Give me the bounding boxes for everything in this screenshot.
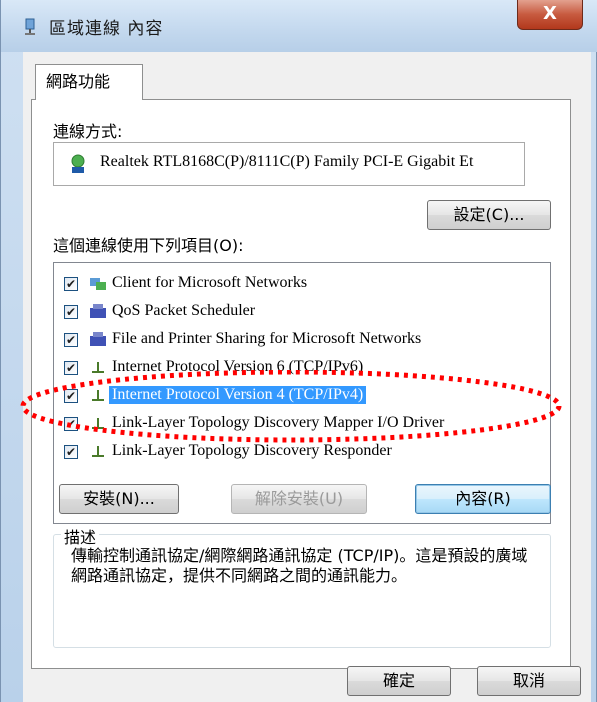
window-title: 區域連線 內容 [49, 19, 164, 39]
list-item[interactable]: ✔ Client for Microsoft Networks [54, 271, 550, 299]
network-adapter-icon [71, 154, 85, 173]
uninstall-button[interactable]: 解除安裝(U) [231, 484, 367, 514]
properties-button[interactable]: 內容(R) [415, 484, 551, 514]
list-item-label: File and Printer Sharing for Microsoft N… [112, 330, 422, 347]
connect-using-label: 連線方式: [53, 122, 123, 141]
protocol-icon [92, 362, 104, 373]
network-client-icon [90, 278, 106, 290]
list-item[interactable]: ✔ Internet Protocol Version 4 (TCP/IPv4) [54, 383, 550, 411]
checkbox[interactable]: ✔ [64, 361, 78, 375]
checkbox[interactable]: ✔ [64, 417, 78, 431]
list-item-label: Internet Protocol Version 4 (TCP/IPv4) [109, 386, 367, 404]
protocol-icon [92, 390, 104, 401]
description-text: 傳輸控制通訊協定/網際網路通訊協定 (TCP/IP)。這是預設的廣域網路通訊協定… [71, 546, 528, 585]
list-item[interactable]: ✔ QoS Packet Scheduler [54, 299, 550, 327]
checkbox[interactable]: ✔ [64, 277, 78, 291]
list-item-label: Client for Microsoft Networks [112, 274, 308, 291]
protocol-icon [92, 446, 104, 457]
description-legend: 描述 [61, 524, 100, 548]
properties-window: 區域連線 內容 X 網路功能 連線方式: Realtek RTL8168C(P)… [0, 0, 597, 702]
network-connection-icon [25, 18, 35, 35]
items-label: 這個連線使用下列項目(O): [53, 236, 244, 255]
protocol-icon [92, 418, 104, 429]
dialog-body: 網路功能 連線方式: Realtek RTL8168C(P)/8111C(P) … [23, 52, 591, 702]
list-item-label: Link-Layer Topology Discovery Mapper I/O… [112, 414, 445, 431]
tab-networking[interactable]: 網路功能 [35, 64, 143, 100]
list-item[interactable]: ✔ Link-Layer Topology Discovery Responde… [54, 439, 550, 467]
checkbox[interactable]: ✔ [64, 333, 78, 347]
service-icon [90, 304, 106, 318]
close-button[interactable]: X [517, 0, 583, 30]
configure-button[interactable]: 設定(C)... [427, 200, 551, 230]
checkbox[interactable]: ✔ [64, 305, 78, 319]
ok-button[interactable]: 確定 [347, 666, 451, 696]
checkbox[interactable]: ✔ [64, 389, 78, 403]
adapter-field: Realtek RTL8168C(P)/8111C(P) Family PCI-… [53, 142, 525, 186]
list-item-label: Internet Protocol Version 6 (TCP/IPv6) [112, 358, 364, 375]
install-button[interactable]: 安裝(N)... [59, 484, 179, 514]
cancel-button[interactable]: 取消 [477, 666, 581, 696]
list-item-label: QoS Packet Scheduler [112, 302, 256, 319]
list-item-label: Link-Layer Topology Discovery Responder [112, 442, 392, 459]
list-item[interactable]: ✔ Internet Protocol Version 6 (TCP/IPv6) [54, 355, 550, 383]
adapter-name: Realtek RTL8168C(P)/8111C(P) Family PCI-… [100, 153, 474, 170]
checkbox[interactable]: ✔ [64, 445, 78, 459]
list-item[interactable]: ✔ Link-Layer Topology Discovery Mapper I… [54, 411, 550, 439]
service-icon [90, 332, 106, 346]
title-bar[interactable]: 區域連線 內容 X [1, 0, 597, 52]
list-item[interactable]: ✔ File and Printer Sharing for Microsoft… [54, 327, 550, 355]
